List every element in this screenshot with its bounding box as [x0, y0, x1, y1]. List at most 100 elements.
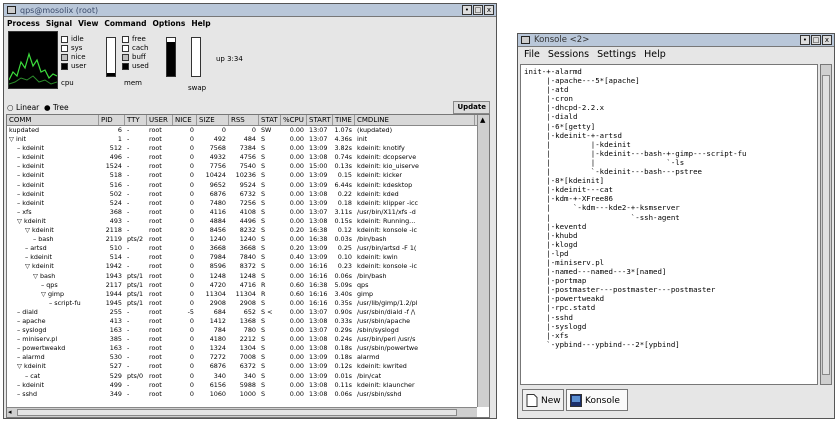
- table-row[interactable]: – kdeinit 502- root 0 6876 6732 S 0.00 13:08 0.22…: [7, 190, 477, 199]
- table-row[interactable]: ▽ kdeinit 1942- root 0 8596 8372 S 0.00 16:16 0.2…: [7, 262, 477, 271]
- cell-tty: -: [127, 171, 130, 180]
- table-row[interactable]: – miniserv.pl 385- root 0 4180 2212 S 0.00 13:08…: [7, 335, 477, 344]
- column-header-pid[interactable]: PID: [99, 115, 125, 125]
- table-row[interactable]: – script-fu 1945 pts/1 root 0 2908 2908 S 0.00 16…: [7, 299, 477, 308]
- table-row[interactable]: ▽ init 1- root 0 492 484 S 0.00 13:07 4.36s init: [7, 135, 477, 144]
- table-row[interactable]: – powertweakd 163- root 0 1324 1304 S 0.00 13:08…: [7, 344, 477, 353]
- table-row[interactable]: ▽ kdeinit 2118- root 0 8456 8232 S 0.20 16:38 0.1…: [7, 226, 477, 235]
- kon-menu-help[interactable]: Help: [644, 48, 666, 62]
- proc-menu-command[interactable]: Command: [104, 18, 146, 29]
- cell-cmd: qps: [357, 280, 369, 289]
- table-row[interactable]: kupdated 6- root 0 0 0 SW 0.00 13:07 1.07s (kupdat…: [7, 126, 477, 135]
- cell-s: 16:16: [309, 289, 328, 298]
- cell-n: 0: [189, 180, 194, 189]
- table-row[interactable]: – cat 529 pts/0 root 0 340 340 S 0.00 13:09 0.01s /…: [7, 372, 477, 381]
- table-row[interactable]: – kdeinit 514- root 0 7984 7840 S 0.40 13:09 0.10…: [7, 253, 477, 262]
- column-header-time[interactable]: TIME: [333, 115, 355, 125]
- konsole-session-tab[interactable]: Konsole: [566, 389, 628, 411]
- new-session-button[interactable]: New: [522, 389, 564, 411]
- column-header-rss[interactable]: RSS: [229, 115, 259, 125]
- kon-menu-settings[interactable]: Settings: [597, 48, 636, 62]
- proc-menu-signal[interactable]: Signal: [46, 18, 72, 29]
- table-row[interactable]: – xfs 368- root 0 4116 4108 S 0.00 13:07 3.11s/us…: [7, 208, 477, 217]
- terminal-area[interactable]: init-+-alarmd |-apache---5*[apache] |-at…: [520, 64, 818, 385]
- proc-menu-view[interactable]: View: [78, 18, 98, 29]
- table-row[interactable]: – artsd 510- root 0 3668 3668 S 0.20 13:09 0.25/u…: [7, 244, 477, 253]
- expand-toggle-icon[interactable]: ▽: [33, 272, 40, 280]
- close-icon[interactable]: x: [484, 5, 494, 15]
- table-row[interactable]: – kdeinit 512- root 0 7568 7384 S 0.00 13:09 3.82…: [7, 144, 477, 153]
- process-name-text: kdeinit: [23, 216, 46, 225]
- vertical-scrollbar[interactable]: ▲: [477, 115, 489, 407]
- table-row[interactable]: – kdeinit 516- root 0 9652 9524 S 0.00 13:09 6.44…: [7, 181, 477, 190]
- column-header-stat[interactable]: STAT: [259, 115, 281, 125]
- konsole-titlebar[interactable]: Konsole <2> • □ x: [518, 34, 834, 47]
- column-header-user[interactable]: USER: [147, 115, 173, 125]
- table-row[interactable]: ▽ gimp 1944 pts/1 root 0 11304 11304 R 0.60 16:16…: [7, 290, 477, 299]
- cell-rss: 4496: [239, 216, 256, 225]
- terminal-scrollbar[interactable]: [820, 64, 832, 385]
- column-header-start[interactable]: START: [307, 115, 333, 125]
- table-row[interactable]: ▽ bash 1943 pts/1 root 0 1248 1248 S 0.00 16:16 0.…: [7, 272, 477, 281]
- maximize-icon[interactable]: □: [473, 5, 483, 15]
- cell-s: 13:08: [309, 153, 328, 162]
- cell-u: root: [149, 180, 162, 189]
- proc-menu-process[interactable]: Process: [7, 18, 40, 29]
- proc-menu-options[interactable]: Options: [152, 18, 185, 29]
- column-header-cmdline[interactable]: CMDLINE: [355, 115, 475, 125]
- table-row[interactable]: – kdeinit 518- root 0 10424 10236 S 0.00 13:09 0.…: [7, 171, 477, 180]
- table-row[interactable]: – alarmd 530- root 0 7272 7008 S 0.00 13:09 0.18s…: [7, 353, 477, 362]
- linear-radio[interactable]: ○ Linear: [7, 103, 39, 112]
- scroll-up-icon[interactable]: ▲: [480, 116, 485, 124]
- process-table[interactable]: COMM PID TTY USER NICE SIZE RSS STAT %CPU START TI…: [6, 114, 490, 418]
- column-header-comm[interactable]: COMM: [7, 115, 99, 125]
- table-row[interactable]: ▽ kdeinit 493- root 0 4884 4496 S 0.00 13:08 0.15…: [7, 217, 477, 226]
- session-tabbar: New Konsole: [518, 385, 834, 418]
- maximize-icon[interactable]: □: [811, 35, 821, 45]
- expand-toggle-icon[interactable]: ▽: [17, 362, 24, 370]
- minimize-icon[interactable]: •: [800, 35, 810, 45]
- column-header-size[interactable]: SIZE: [197, 115, 229, 125]
- table-row[interactable]: – syslogd 163- root 0 784 780 S 0.00 13:07 0.29s /…: [7, 326, 477, 335]
- proc-titlebar[interactable]: qps@mosolix (root) • □ x: [4, 4, 496, 17]
- scroll-thumb[interactable]: [17, 409, 457, 416]
- expand-toggle-icon[interactable]: ▽: [17, 217, 24, 225]
- table-row[interactable]: – kdeinit 1524- root 0 7756 7540 S 0.00 15:00 0.1…: [7, 162, 477, 171]
- table-row[interactable]: – kdeinit 496- root 0 4932 4756 S 0.00 13:08 0.74…: [7, 153, 477, 162]
- scroll-left-icon[interactable]: ◂: [8, 408, 12, 416]
- tree-radio[interactable]: ● Tree: [44, 103, 69, 112]
- cell-sz: 7272: [209, 353, 226, 362]
- proc-menu-help[interactable]: Help: [191, 18, 210, 29]
- cell-cmd: /usr/bin/X11/xfs -d: [357, 207, 416, 216]
- expand-toggle-icon[interactable]: ▽: [25, 226, 32, 234]
- window-menu-icon[interactable]: [521, 36, 530, 44]
- cell-st: S: [261, 298, 266, 307]
- table-row[interactable]: – qps 2117 pts/1 root 0 4720 4716 R 0.60 16:38 5.0…: [7, 281, 477, 290]
- horizontal-scrollbar[interactable]: ◂: [7, 407, 477, 417]
- kon-menu-sessions[interactable]: Sessions: [548, 48, 589, 62]
- kon-menu-file[interactable]: File: [524, 48, 540, 62]
- expand-toggle-icon[interactable]: ▽: [25, 262, 32, 270]
- column-header-pctcpu[interactable]: %CPU: [281, 115, 307, 125]
- close-icon[interactable]: x: [822, 35, 832, 45]
- table-row[interactable]: – kdeinit 524- root 0 7480 7256 S 0.00 13:09 0.18…: [7, 199, 477, 208]
- expand-toggle-icon[interactable]: ▽: [41, 290, 48, 298]
- minimize-icon[interactable]: •: [462, 5, 472, 15]
- table-row[interactable]: – bash 2119 pts/2 root 0 1240 1240 S 0.00 16:38 0.…: [7, 235, 477, 244]
- scroll-thumb[interactable]: [822, 75, 830, 375]
- cell-tm: 0.10: [337, 253, 352, 262]
- table-row[interactable]: – apache 413- root 0 1412 1368 S 0.00 13:08 0.33s…: [7, 317, 477, 326]
- legend-swatch: [61, 63, 68, 70]
- table-row[interactable]: – kdeinit 499- root 0 6156 5988 S 0.00 13:08 0.11…: [7, 381, 477, 390]
- process-name: ▽ bash: [33, 272, 99, 281]
- cell-n: 0: [189, 235, 194, 244]
- column-header-nice[interactable]: NICE: [173, 115, 197, 125]
- cell-u: root: [149, 244, 162, 253]
- table-row[interactable]: ▽ kdeinit 527- root 0 6876 6372 S 0.00 13:09 0.12…: [7, 362, 477, 371]
- column-header-tty[interactable]: TTY: [125, 115, 147, 125]
- expand-toggle-icon[interactable]: ▽: [9, 135, 16, 143]
- window-menu-icon[interactable]: [7, 6, 16, 14]
- table-row[interactable]: – diald 255- root -5 684 652 S < 0.00 13:07 0.90s…: [7, 308, 477, 317]
- update-button[interactable]: Update: [453, 101, 490, 114]
- table-row[interactable]: – sshd 349- root 0 1060 1000 S 0.00 13:08 0.06s/u…: [7, 390, 477, 399]
